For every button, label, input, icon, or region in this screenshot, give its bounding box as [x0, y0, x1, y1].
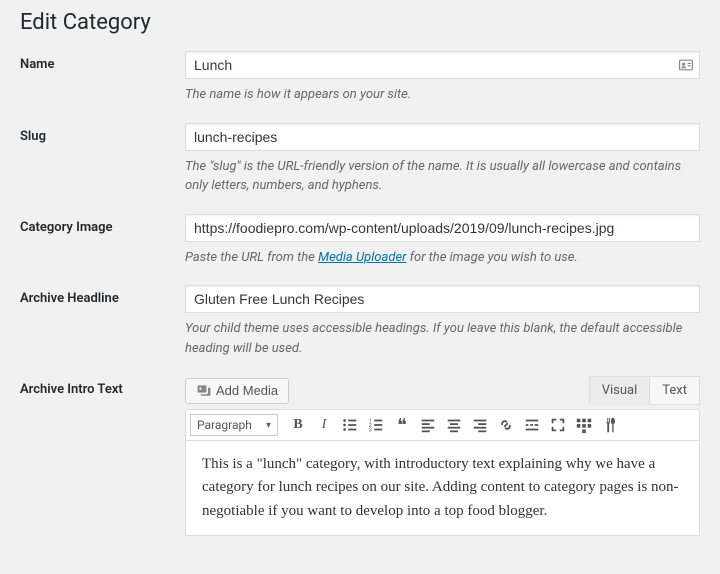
- archive-headline-description: Your child theme uses accessible heading…: [185, 319, 700, 358]
- align-center-button[interactable]: [442, 413, 466, 437]
- read-more-button[interactable]: [520, 413, 544, 437]
- tab-visual[interactable]: Visual: [589, 376, 651, 405]
- bold-button[interactable]: B: [286, 413, 310, 437]
- bullet-list-button[interactable]: [338, 413, 362, 437]
- editor-toolbar: Paragraph B I 123 ❝: [185, 409, 700, 441]
- contact-card-icon: [678, 57, 694, 73]
- tab-text[interactable]: Text: [650, 376, 700, 405]
- name-label: Name: [20, 51, 185, 72]
- archive-headline-input[interactable]: [185, 285, 700, 313]
- category-image-input[interactable]: [185, 214, 700, 242]
- slug-input[interactable]: [185, 123, 700, 151]
- svg-text:3: 3: [369, 427, 372, 433]
- name-input[interactable]: [185, 51, 700, 79]
- fullscreen-button[interactable]: [546, 413, 570, 437]
- name-description: The name is how it appears on your site.: [185, 85, 700, 105]
- editor-content[interactable]: This is a "lunch" category, with introdu…: [185, 441, 700, 536]
- utensils-icon[interactable]: [598, 413, 622, 437]
- add-media-button[interactable]: Add Media: [185, 378, 289, 404]
- media-uploader-link[interactable]: Media Uploader: [318, 250, 406, 265]
- category-image-label: Category Image: [20, 214, 185, 235]
- page-title: Edit Category: [20, 10, 700, 35]
- format-select[interactable]: Paragraph: [190, 414, 278, 436]
- slug-label: Slug: [20, 123, 185, 144]
- align-left-button[interactable]: [416, 413, 440, 437]
- category-image-description: Paste the URL from the Media Uploader fo…: [185, 248, 700, 268]
- blockquote-button[interactable]: ❝: [390, 413, 414, 437]
- toolbar-toggle-button[interactable]: [572, 413, 596, 437]
- link-button[interactable]: [494, 413, 518, 437]
- media-icon: [196, 383, 212, 399]
- numbered-list-button[interactable]: 123: [364, 413, 388, 437]
- align-right-button[interactable]: [468, 413, 492, 437]
- archive-headline-label: Archive Headline: [20, 285, 185, 306]
- slug-description: The "slug" is the URL-friendly version o…: [185, 157, 700, 196]
- archive-intro-label: Archive Intro Text: [20, 376, 185, 397]
- italic-button[interactable]: I: [312, 413, 336, 437]
